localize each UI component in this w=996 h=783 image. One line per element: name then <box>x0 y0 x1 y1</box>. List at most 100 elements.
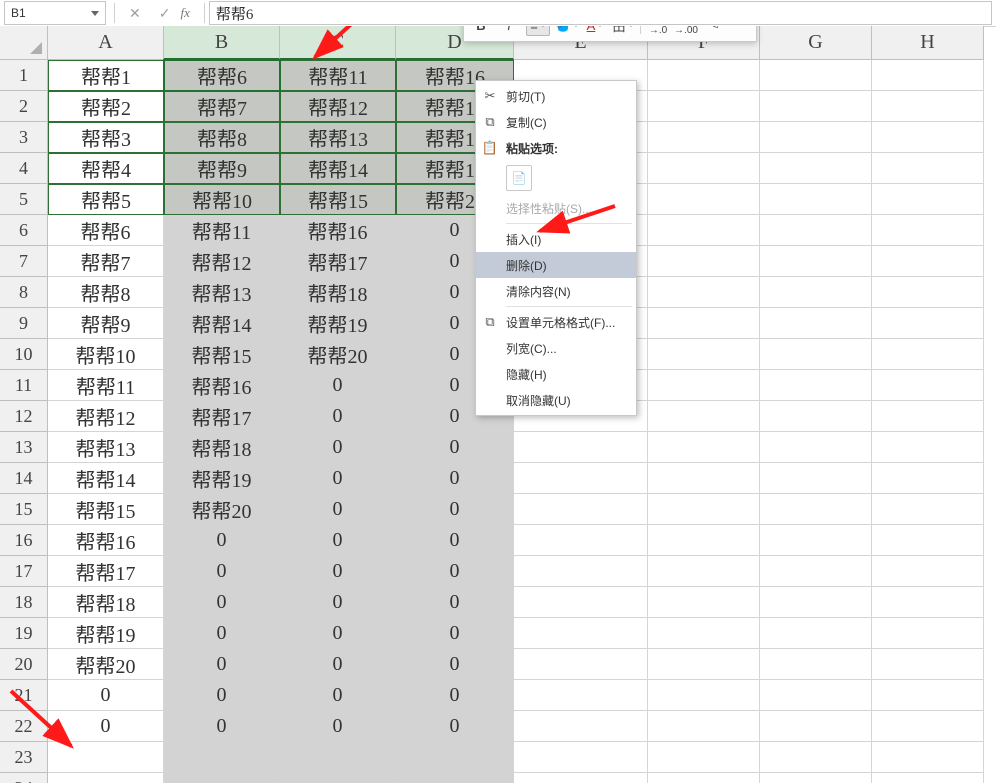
cell-B1[interactable]: 帮帮6 <box>164 60 280 91</box>
cell-B6[interactable]: 帮帮11 <box>164 215 280 246</box>
cell-H22[interactable] <box>872 711 984 742</box>
cell-G22[interactable] <box>760 711 872 742</box>
cell-H8[interactable] <box>872 277 984 308</box>
cell-G8[interactable] <box>760 277 872 308</box>
row-header-7[interactable]: 7 <box>0 246 48 277</box>
cell-E16[interactable] <box>514 525 648 556</box>
cell-A10[interactable]: 帮帮10 <box>48 339 164 370</box>
cell-F3[interactable] <box>648 122 760 153</box>
font-color-icon[interactable]: A <box>584 26 606 35</box>
cell-F11[interactable] <box>648 370 760 401</box>
row-header-15[interactable]: 15 <box>0 494 48 525</box>
cell-B9[interactable]: 帮帮14 <box>164 308 280 339</box>
cell-G6[interactable] <box>760 215 872 246</box>
align-center-icon[interactable]: ≡ <box>526 26 550 36</box>
cell-F13[interactable] <box>648 432 760 463</box>
cell-B13[interactable]: 帮帮18 <box>164 432 280 463</box>
cell-C17[interactable]: 0 <box>280 556 396 587</box>
cell-H16[interactable] <box>872 525 984 556</box>
cell-A9[interactable]: 帮帮9 <box>48 308 164 339</box>
cell-B20[interactable]: 0 <box>164 649 280 680</box>
cell-E19[interactable] <box>514 618 648 649</box>
cell-A1[interactable]: 帮帮1 <box>48 60 164 91</box>
cell-C18[interactable]: 0 <box>280 587 396 618</box>
cell-A8[interactable]: 帮帮8 <box>48 277 164 308</box>
cell-H5[interactable] <box>872 184 984 215</box>
cell-B14[interactable]: 帮帮19 <box>164 463 280 494</box>
cell-G15[interactable] <box>760 494 872 525</box>
cell-C12[interactable]: 0 <box>280 401 396 432</box>
cell-C5[interactable]: 帮帮15 <box>280 184 396 215</box>
cell-A12[interactable]: 帮帮12 <box>48 401 164 432</box>
cell-G4[interactable] <box>760 153 872 184</box>
cell-A19[interactable]: 帮帮19 <box>48 618 164 649</box>
menu-cut[interactable]: ✂ 剪切(T) <box>476 83 636 109</box>
format-painter-icon-2[interactable]: ✎ <box>703 26 725 35</box>
cell-B7[interactable]: 帮帮12 <box>164 246 280 277</box>
menu-format-cells[interactable]: ⧉ 设置单元格格式(F)... <box>476 309 636 335</box>
cell-C11[interactable]: 0 <box>280 370 396 401</box>
cell-H20[interactable] <box>872 649 984 680</box>
cell-H23[interactable] <box>872 742 984 773</box>
cell-A13[interactable]: 帮帮13 <box>48 432 164 463</box>
menu-copy[interactable]: ⧉ 复制(C) <box>476 109 636 135</box>
cell-E21[interactable] <box>514 680 648 711</box>
cell-H15[interactable] <box>872 494 984 525</box>
increase-decimal-icon[interactable]: .00→.0 <box>647 26 669 35</box>
row-header-16[interactable]: 16 <box>0 525 48 556</box>
cell-A23[interactable] <box>48 742 164 773</box>
cell-H3[interactable] <box>872 122 984 153</box>
cell-A21[interactable]: 0 <box>48 680 164 711</box>
cell-F24[interactable] <box>648 773 760 783</box>
cell-E23[interactable] <box>514 742 648 773</box>
cell-F8[interactable] <box>648 277 760 308</box>
cell-F12[interactable] <box>648 401 760 432</box>
cell-A17[interactable]: 帮帮17 <box>48 556 164 587</box>
cell-B19[interactable]: 0 <box>164 618 280 649</box>
cell-F19[interactable] <box>648 618 760 649</box>
cell-F2[interactable] <box>648 91 760 122</box>
row-header-17[interactable]: 17 <box>0 556 48 587</box>
cell-F18[interactable] <box>648 587 760 618</box>
cell-B4[interactable]: 帮帮9 <box>164 153 280 184</box>
cell-B15[interactable]: 帮帮20 <box>164 494 280 525</box>
cell-F16[interactable] <box>648 525 760 556</box>
cell-D17[interactable]: 0 <box>396 556 514 587</box>
cell-E22[interactable] <box>514 711 648 742</box>
cell-A3[interactable]: 帮帮3 <box>48 122 164 153</box>
cell-A11[interactable]: 帮帮11 <box>48 370 164 401</box>
cell-E17[interactable] <box>514 556 648 587</box>
cell-B12[interactable]: 帮帮17 <box>164 401 280 432</box>
cell-B21[interactable]: 0 <box>164 680 280 711</box>
row-header-19[interactable]: 19 <box>0 618 48 649</box>
cell-G24[interactable] <box>760 773 872 783</box>
cell-G20[interactable] <box>760 649 872 680</box>
column-header-G[interactable]: G <box>760 26 872 60</box>
cell-B16[interactable]: 0 <box>164 525 280 556</box>
cell-G3[interactable] <box>760 122 872 153</box>
cell-H24[interactable] <box>872 773 984 783</box>
cell-C3[interactable]: 帮帮13 <box>280 122 396 153</box>
cell-G9[interactable] <box>760 308 872 339</box>
cell-H1[interactable] <box>872 60 984 91</box>
cell-A7[interactable]: 帮帮7 <box>48 246 164 277</box>
cell-G19[interactable] <box>760 618 872 649</box>
row-header-8[interactable]: 8 <box>0 277 48 308</box>
row-header-11[interactable]: 11 <box>0 370 48 401</box>
row-header-2[interactable]: 2 <box>0 91 48 122</box>
cell-H12[interactable] <box>872 401 984 432</box>
cell-C21[interactable]: 0 <box>280 680 396 711</box>
cell-C24[interactable] <box>280 773 396 783</box>
italic-icon[interactable]: I <box>498 26 520 35</box>
cell-F23[interactable] <box>648 742 760 773</box>
cell-G13[interactable] <box>760 432 872 463</box>
cell-B8[interactable]: 帮帮13 <box>164 277 280 308</box>
confirm-icon[interactable]: ✓ <box>159 5 171 22</box>
cell-C1[interactable]: 帮帮11 <box>280 60 396 91</box>
menu-delete[interactable]: 删除(D) <box>476 252 636 278</box>
cell-F4[interactable] <box>648 153 760 184</box>
cell-A2[interactable]: 帮帮2 <box>48 91 164 122</box>
cell-D13[interactable]: 0 <box>396 432 514 463</box>
cell-H11[interactable] <box>872 370 984 401</box>
cell-F5[interactable] <box>648 184 760 215</box>
